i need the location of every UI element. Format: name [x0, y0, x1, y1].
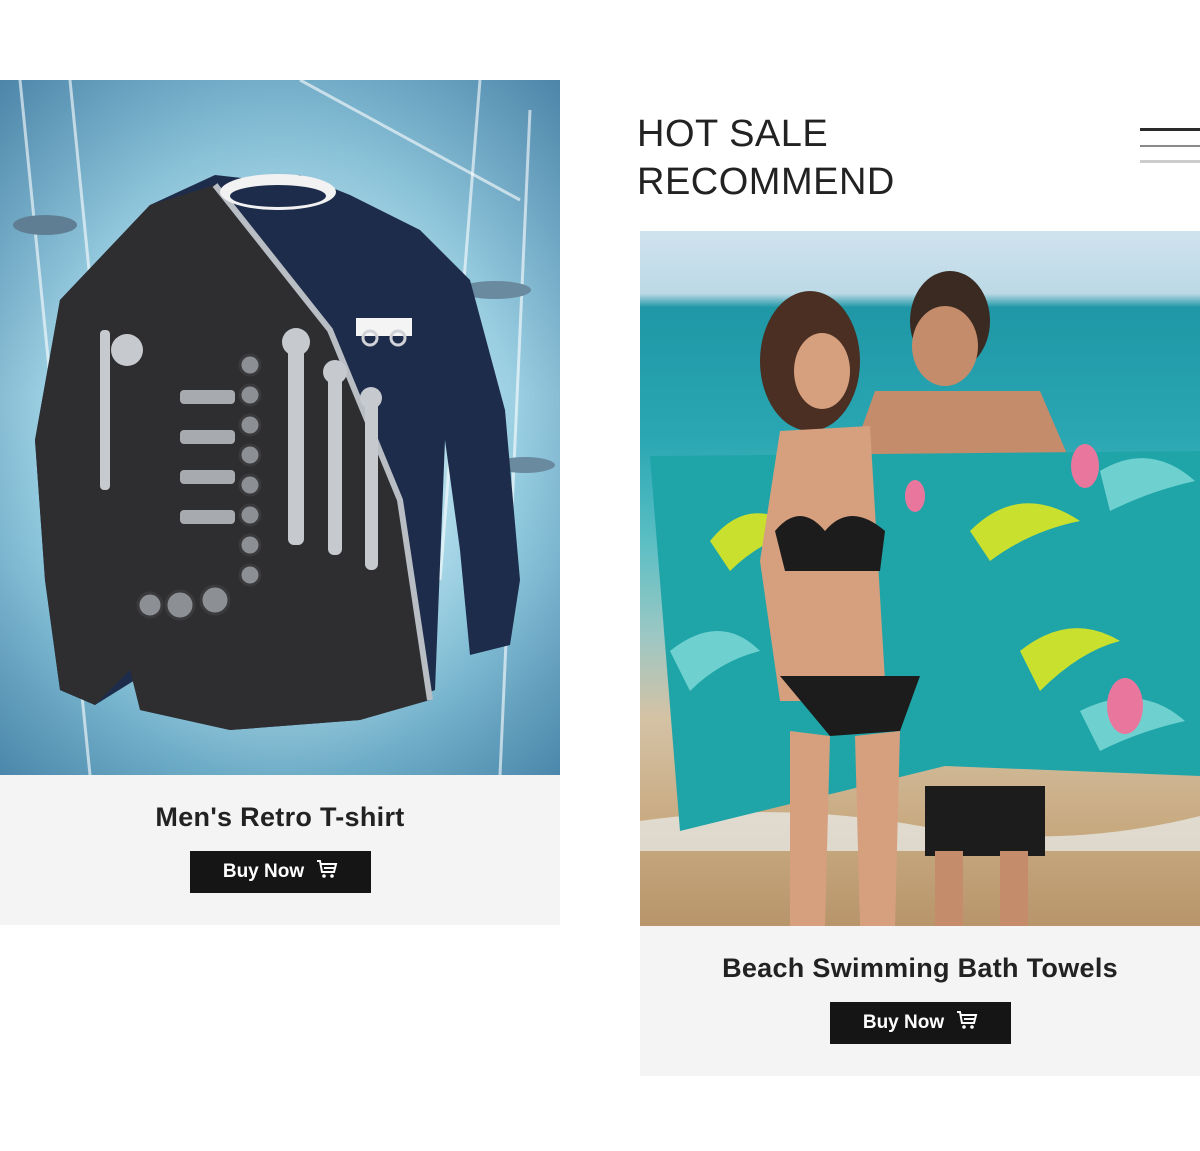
product-title[interactable]: Beach Swimming Bath Towels — [640, 953, 1200, 984]
product-image-retro-tshirt[interactable] — [0, 80, 560, 775]
buy-now-button[interactable]: Buy Now — [190, 851, 371, 893]
sweatshirt-illustration — [13, 80, 555, 775]
decorative-lines-icon — [1140, 128, 1200, 164]
section-heading-line2: RECOMMEND — [637, 161, 895, 203]
product-card-beach-towel[interactable]: Beach Swimming Bath Towels Buy Now — [640, 231, 1200, 1076]
buy-now-label: Buy Now — [222, 861, 305, 882]
beach-towel-photo — [640, 271, 1200, 926]
product-image-beach-towel[interactable] — [640, 231, 1200, 926]
page: Men's Retro T-shirt Buy Now HOT SALE REC… — [0, 0, 1200, 1151]
cart-icon — [956, 1010, 978, 1036]
section-heading-line1: HOT SALE — [637, 113, 829, 155]
cart-icon — [316, 859, 338, 885]
buy-now-button[interactable]: Buy Now — [830, 1002, 1011, 1044]
product-title[interactable]: Men's Retro T-shirt — [0, 802, 560, 833]
buy-now-label: Buy Now — [862, 1012, 945, 1033]
product-card-retro-tshirt[interactable]: Men's Retro T-shirt Buy Now — [0, 80, 560, 925]
section-heading: HOT SALE RECOMMEND — [637, 110, 895, 206]
